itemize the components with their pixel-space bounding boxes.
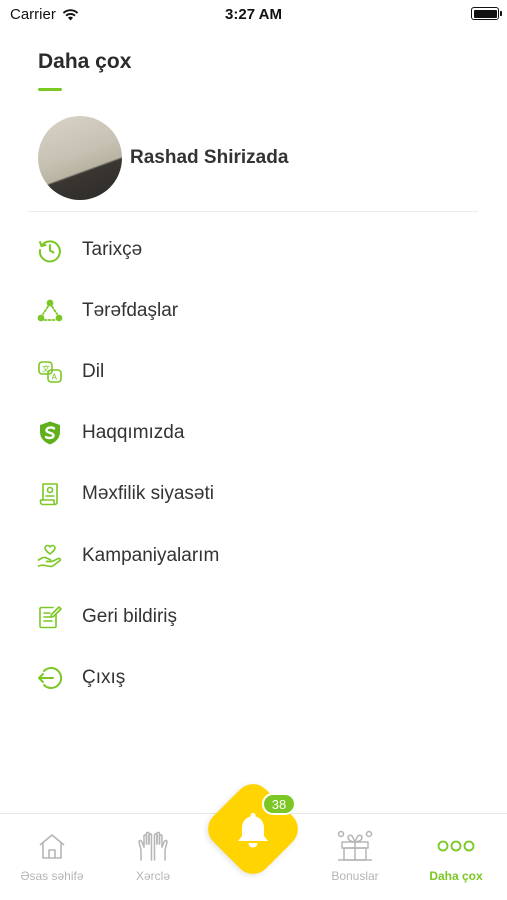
menu-item-about[interactable]: Haqqımızda bbox=[36, 403, 476, 464]
profile-row[interactable]: Rashad Shirizada bbox=[38, 116, 288, 200]
home-icon bbox=[37, 830, 67, 862]
menu-item-label: Tərəfdaşlar bbox=[82, 299, 179, 321]
menu-item-label: Geri bildiriş bbox=[82, 605, 178, 627]
partners-icon bbox=[36, 297, 64, 325]
page-title: Daha çox bbox=[38, 50, 132, 73]
campaign-hand-heart-icon bbox=[36, 542, 64, 570]
title-underline bbox=[38, 88, 62, 91]
menu-item-privacy[interactable]: Məxfilik siyasəti bbox=[36, 464, 476, 525]
divider bbox=[28, 211, 478, 212]
tab-label: Bonuslar bbox=[331, 869, 379, 883]
tab-home[interactable]: Əsas səhifə bbox=[2, 814, 102, 900]
history-icon bbox=[36, 236, 64, 264]
menu-item-label: Çıxış bbox=[82, 666, 126, 688]
menu-item-partners[interactable]: Tərəfdaşlar bbox=[36, 280, 476, 341]
menu-item-history[interactable]: Tarixçə bbox=[36, 219, 476, 280]
menu-item-label: Məxfilik siyasəti bbox=[82, 483, 214, 505]
menu-item-label: Kampaniyalarım bbox=[82, 544, 220, 566]
feedback-icon bbox=[36, 603, 64, 631]
tab-more[interactable]: Daha çox bbox=[406, 814, 506, 900]
menu-item-logout[interactable]: Çıxış bbox=[36, 647, 476, 708]
language-icon: 文 A bbox=[36, 358, 64, 386]
menu-item-campaigns[interactable]: Kampaniyalarım bbox=[36, 525, 476, 586]
avatar[interactable] bbox=[38, 116, 122, 200]
battery-icon bbox=[471, 7, 502, 20]
logout-icon bbox=[36, 664, 64, 692]
menu-item-label: Tarixçə bbox=[82, 238, 143, 260]
svg-text:A: A bbox=[52, 372, 58, 381]
menu-list: Tarixçə Tərəfdaşlar 文 A Dil Haqqımızda M… bbox=[36, 219, 476, 709]
menu-item-label: Haqqımızda bbox=[82, 422, 185, 444]
menu-item-label: Dil bbox=[82, 360, 105, 382]
tab-label: Xərclə bbox=[135, 869, 170, 883]
clock: 3:27 AM bbox=[225, 6, 282, 23]
profile-name: Rashad Shirizada bbox=[130, 147, 289, 168]
bonus-gift-icon bbox=[337, 830, 373, 862]
more-dots-icon bbox=[437, 830, 475, 862]
tab-bonuses[interactable]: Bonuslar bbox=[305, 814, 405, 900]
notification-count-badge: 38 bbox=[262, 793, 296, 815]
tab-spend[interactable]: Xərclə bbox=[103, 814, 203, 900]
spend-hands-icon bbox=[137, 830, 169, 862]
menu-item-language[interactable]: 文 A Dil bbox=[36, 341, 476, 402]
tab-label: Daha çox bbox=[429, 869, 483, 883]
status-bar: Carrier 3:27 AM bbox=[0, 0, 507, 28]
tab-label: Əsas səhifə bbox=[20, 869, 84, 883]
privacy-document-icon bbox=[36, 480, 64, 508]
svg-text:文: 文 bbox=[42, 363, 50, 373]
about-shield-icon bbox=[36, 419, 64, 447]
menu-item-feedback[interactable]: Geri bildiriş bbox=[36, 586, 476, 647]
